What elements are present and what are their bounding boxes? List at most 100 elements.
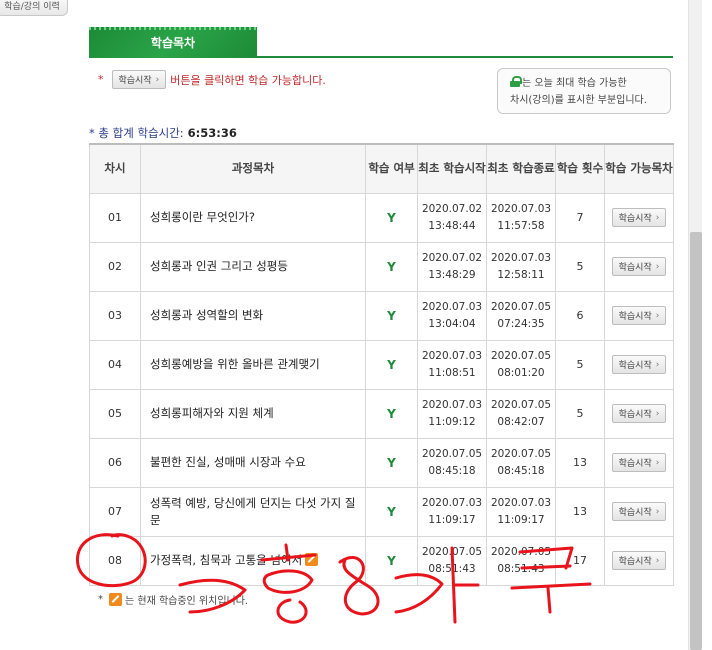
row-start-time: 11:09:17 (428, 513, 476, 526)
row-no: 08 (89, 535, 141, 586)
start-study-label: 학습시작 (618, 557, 652, 567)
row-end-date: 2020.07.03 (490, 251, 552, 264)
row-start: 2020.07.05 08:45:18 (417, 437, 487, 488)
row-start-time: 08:45:18 (428, 464, 476, 477)
row-done: Y (365, 388, 418, 439)
notice-text: 버튼을 클릭하면 학습 가능합니다. (170, 73, 326, 87)
header-start-label: 최초 학습시작 (418, 161, 486, 176)
row-end: 2020.07.05 08:42:07 (486, 388, 556, 439)
row-end: 2020.07.05 08:01:20 (486, 339, 556, 390)
header-no: 차시 (89, 143, 141, 194)
sample-start-button: 학습시작 › (111, 70, 167, 89)
row-end-date: 2020.07.05 (490, 300, 552, 313)
history-button[interactable]: 학습/강의 이력 (0, 0, 68, 16)
notice-marker: * (98, 73, 104, 86)
total-study-time: * 총 합계 학습시간: 6:53:36 (89, 125, 237, 141)
row-no: 03 (89, 290, 141, 341)
start-study-button[interactable]: 학습시작 › (611, 208, 667, 227)
row-done: Y (365, 192, 418, 243)
header-done-label: 학습 여부 (368, 161, 415, 176)
row-no: 02 (89, 241, 141, 292)
legend-box: 는 오늘 최대 학습 가능한 차시(강의)를 표시한 부분입니다. (497, 68, 671, 114)
row-start-date: 2020.07.03 (421, 300, 483, 313)
row-count: 7 (555, 192, 605, 243)
row-end: 2020.07.05 08:51:43 (486, 535, 556, 586)
table-row: 05 성희롱피해자와 지원 체계 Y 2020.07.03 11:09:12 2020.0… (89, 388, 674, 439)
row-count: 5 (555, 241, 605, 292)
row-end-time: 11:57:58 (497, 219, 545, 232)
start-study-label: 학습시작 (618, 459, 652, 469)
row-start: 2020.07.02 13:48:44 (417, 192, 487, 243)
section-header: 학습목차 (89, 27, 673, 58)
start-study-button[interactable]: 학습시작 › (611, 453, 667, 472)
total-label: * 총 합계 학습시간: (89, 126, 184, 140)
chevron-right-icon: › (655, 261, 660, 272)
row-start: 2020.07.05 08:51:43 (417, 535, 487, 586)
chevron-right-icon: › (655, 457, 660, 468)
chevron-right-icon: › (155, 74, 160, 85)
row-title-text: 성희롱과 인권 그리고 성평등 (150, 259, 288, 273)
start-study-button[interactable]: 학습시작 › (611, 306, 667, 325)
header-title: 과정목차 (140, 143, 366, 194)
row-end: 2020.07.05 08:45:18 (486, 437, 556, 488)
row-done: Y (365, 241, 418, 292)
start-study-label: 학습시작 (618, 361, 652, 371)
row-title: 성폭력 예방, 당신에게 던지는 다섯 가지 질문 (140, 486, 366, 537)
row-title-text: 성희롱예방을 위한 올바른 관계맺기 (150, 357, 320, 371)
row-no: 01 (89, 192, 141, 243)
row-end-time: 11:09:17 (497, 513, 545, 526)
start-study-button[interactable]: 학습시작 › (611, 257, 667, 276)
row-start-date: 2020.07.03 (421, 398, 483, 411)
row-start-time: 13:04:04 (428, 317, 476, 330)
start-notice: * 학습시작 › 버튼을 클릭하면 학습 가능합니다. (98, 70, 326, 89)
current-position-footnote: * 는 현재 학습중인 위치입니다. (98, 592, 248, 607)
row-done: Y (365, 486, 418, 537)
header-count-label: 학습 횟수 (556, 161, 604, 176)
row-end: 2020.07.03 12:58:11 (486, 241, 556, 292)
table-row: 08 가정폭력, 침묵과 고통을 넘어서 Y 2020.07.05 08:51:43 20… (89, 535, 674, 586)
row-count: 5 (555, 388, 605, 439)
row-start-date: 2020.07.05 (421, 545, 483, 558)
row-action: 학습시작 › (604, 339, 674, 390)
table-row: 02 성희롱과 인권 그리고 성평등 Y 2020.07.02 13:48:29 2020… (89, 241, 674, 292)
row-end-date: 2020.07.05 (490, 398, 552, 411)
row-end-date: 2020.07.05 (490, 447, 552, 460)
section-tab-label: 학습목차 (150, 36, 196, 50)
row-start: 2020.07.03 13:04:04 (417, 290, 487, 341)
row-start-date: 2020.07.03 (421, 496, 483, 509)
start-study-label: 학습시작 (618, 312, 652, 322)
start-study-button[interactable]: 학습시작 › (611, 404, 667, 423)
start-study-button[interactable]: 학습시작 › (611, 502, 667, 521)
row-action: 학습시작 › (604, 241, 674, 292)
start-study-button[interactable]: 학습시작 › (611, 355, 667, 374)
row-title-text: 가정폭력, 침묵과 고통을 넘어서 (150, 553, 303, 567)
table-row: 04 성희롱예방을 위한 올바른 관계맺기 Y 2020.07.03 11:08:51 2… (89, 339, 674, 390)
row-start: 2020.07.03 11:09:12 (417, 388, 487, 439)
row-end-date: 2020.07.05 (490, 349, 552, 362)
row-no: 07 (89, 486, 141, 537)
header-end-label: 최초 학습종료 (487, 161, 555, 176)
start-study-button[interactable]: 학습시작 › (611, 551, 667, 570)
row-end-time: 08:45:18 (497, 464, 545, 477)
row-title: 성희롱예방을 위한 올바른 관계맺기 (140, 339, 366, 390)
pencil-icon (305, 553, 319, 566)
table-row: 03 성희롱과 성역할의 변화 Y 2020.07.03 13:04:04 2020.07… (89, 290, 674, 341)
chevron-right-icon: › (655, 310, 660, 321)
table-row: 01 성희롱이란 무엇인가? Y 2020.07.02 13:48:44 2020.07.… (89, 192, 674, 243)
total-value: 6:53:36 (187, 126, 237, 140)
header-start: 최초 학습시작 (417, 143, 487, 194)
row-title-text: 성폭력 예방, 당신에게 던지는 다섯 가지 질문 (150, 495, 356, 527)
row-start-date: 2020.07.03 (421, 349, 483, 362)
row-action: 학습시작 › (604, 486, 674, 537)
row-start-date: 2020.07.05 (421, 447, 483, 460)
row-title-text: 불편한 진실, 성매매 시장과 수요 (150, 455, 306, 469)
row-end-date: 2020.07.05 (490, 545, 552, 558)
row-end-time: 08:51:43 (497, 562, 545, 575)
scrollbar-thumb[interactable] (690, 232, 702, 650)
vertical-scrollbar[interactable] (688, 0, 702, 650)
row-end: 2020.07.05 07:24:35 (486, 290, 556, 341)
row-title-text: 성희롱이란 무엇인가? (150, 210, 255, 224)
row-no: 04 (89, 339, 141, 390)
row-start-date: 2020.07.02 (421, 251, 483, 264)
row-action: 학습시작 › (604, 437, 674, 488)
